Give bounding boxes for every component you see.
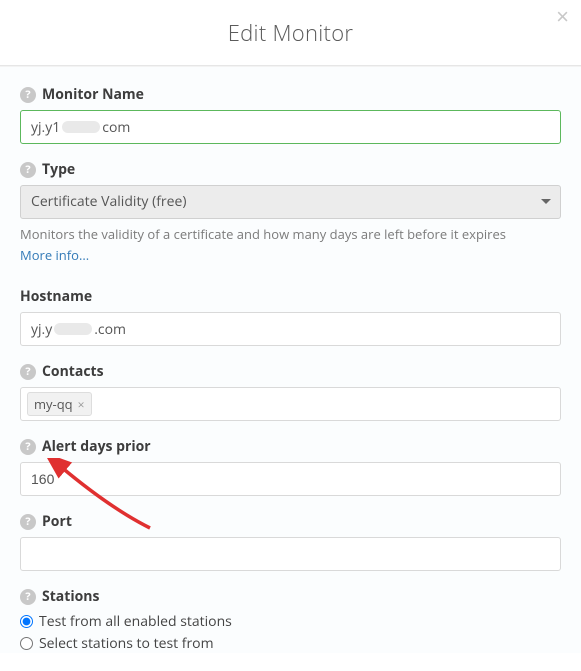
contacts-label-row: ? Contacts	[20, 362, 561, 381]
modal-header: Edit Monitor ×	[0, 0, 581, 66]
contact-tag-label: my-qq	[34, 395, 73, 413]
stations-option-select-label: Select stations to test from	[39, 634, 214, 653]
type-selected-value: Certificate Validity (free)	[31, 192, 187, 211]
remove-tag-icon[interactable]: ×	[78, 396, 85, 413]
port-label-row: ? Port	[20, 512, 561, 531]
port-label: Port	[42, 512, 72, 531]
alert-days-label: Alert days prior	[42, 437, 151, 456]
alert-days-input[interactable]	[20, 462, 561, 496]
modal-title: Edit Monitor	[228, 18, 354, 48]
stations-radio-select[interactable]	[20, 637, 33, 650]
stations-label: Stations	[42, 587, 99, 606]
type-group: ? Type Certificate Validity (free) Monit…	[20, 160, 561, 265]
stations-label-row: ? Stations	[20, 587, 561, 606]
stations-option-select[interactable]: Select stations to test from	[20, 634, 561, 653]
type-help-text: Monitors the validity of a certificate a…	[20, 225, 561, 243]
contacts-input[interactable]: my-qq ×	[20, 387, 561, 421]
monitor-name-label-row: ? Monitor Name	[20, 85, 561, 104]
alert-days-group: ? Alert days prior	[20, 437, 561, 496]
type-label: Type	[42, 160, 75, 179]
contacts-group: ? Contacts my-qq ×	[20, 362, 561, 421]
contacts-label: Contacts	[42, 362, 104, 381]
contact-tag: my-qq ×	[27, 392, 92, 416]
input-text-part: .com	[94, 320, 126, 339]
hostname-group: Hostname yj.y .com	[20, 287, 561, 346]
monitor-name-group: ? Monitor Name yj.y1 com	[20, 85, 561, 144]
hostname-label: Hostname	[20, 287, 92, 306]
stations-radio-all[interactable]	[20, 615, 33, 628]
help-icon[interactable]: ?	[20, 87, 36, 103]
alert-days-label-row: ? Alert days prior	[20, 437, 561, 456]
type-select[interactable]: Certificate Validity (free)	[20, 185, 561, 219]
close-button[interactable]: ×	[556, 6, 569, 28]
port-input[interactable]	[20, 537, 561, 571]
port-group: ? Port	[20, 512, 561, 571]
input-text-part: yj.y1	[31, 118, 60, 137]
more-info-link[interactable]: More info...	[20, 246, 89, 264]
help-icon[interactable]: ?	[20, 589, 36, 605]
monitor-name-label: Monitor Name	[42, 85, 144, 104]
stations-option-all[interactable]: Test from all enabled stations	[20, 612, 561, 631]
monitor-name-input[interactable]: yj.y1 com	[20, 110, 561, 144]
help-icon[interactable]: ?	[20, 162, 36, 178]
stations-group: ? Stations Test from all enabled station…	[20, 587, 561, 653]
input-text-part: com	[102, 118, 130, 137]
type-label-row: ? Type	[20, 160, 561, 179]
help-icon[interactable]: ?	[20, 514, 36, 530]
stations-option-all-label: Test from all enabled stations	[39, 612, 232, 631]
hostname-input[interactable]: yj.y .com	[20, 312, 561, 346]
type-select-wrap: Certificate Validity (free)	[20, 185, 561, 219]
input-text-part: yj.y	[31, 320, 52, 339]
help-icon[interactable]: ?	[20, 364, 36, 380]
help-icon[interactable]: ?	[20, 439, 36, 455]
modal-body: ? Monitor Name yj.y1 com ? Type Certific…	[0, 66, 581, 653]
hostname-label-row: Hostname	[20, 287, 561, 306]
redacted-text	[54, 323, 92, 335]
redacted-text	[62, 121, 100, 133]
